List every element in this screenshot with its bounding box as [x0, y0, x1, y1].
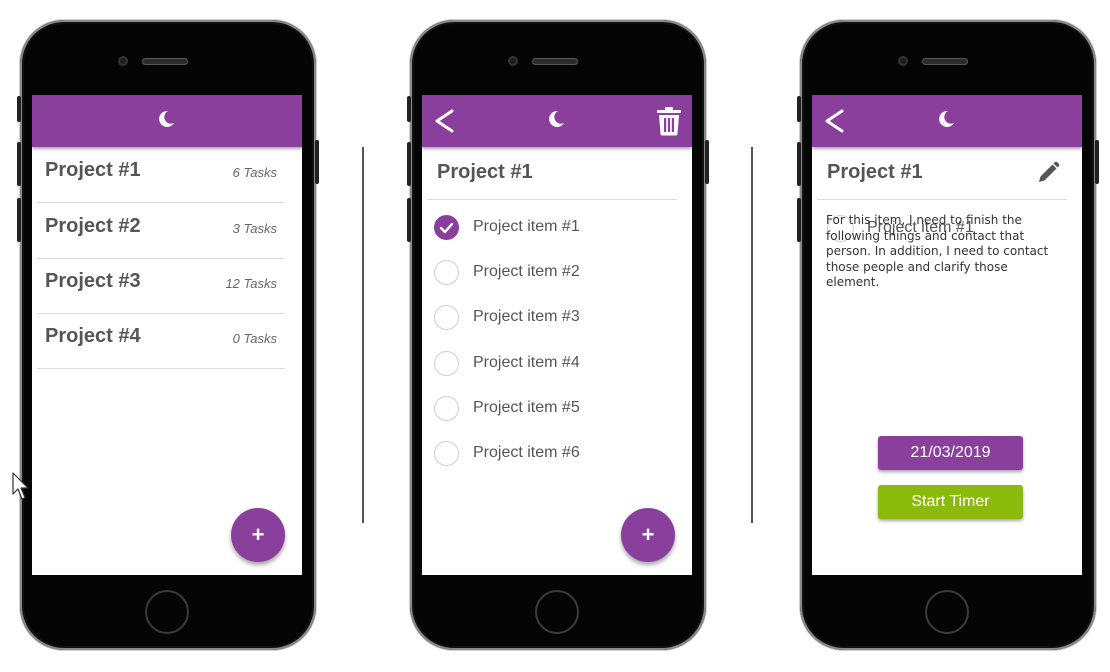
project-title: Project #1	[437, 161, 533, 183]
volume-down-button	[797, 198, 801, 242]
item-label: Project item #3	[473, 308, 580, 325]
item-label: Project item #4	[473, 354, 580, 371]
project-row[interactable]: Project #4 0 Tasks	[37, 313, 285, 369]
project-name: Project #4	[45, 325, 141, 347]
title-divider	[817, 199, 1067, 200]
earpiece-speaker	[922, 58, 968, 65]
phone-item-detail: Project #1 Project item #1 For this item…	[797, 20, 1099, 650]
front-camera	[508, 56, 518, 66]
screen-divider	[362, 147, 364, 523]
task-count: 3 Tasks	[232, 221, 277, 236]
item-detail-screen: Project #1 Project item #1 For this item…	[812, 95, 1082, 575]
earpiece-speaker	[532, 58, 578, 65]
item-checkbox[interactable]	[434, 305, 459, 330]
project-name: Project #2	[45, 215, 141, 237]
volume-up-button	[797, 142, 801, 186]
app-bar	[32, 95, 302, 147]
item-label: Project item #5	[473, 399, 580, 416]
project-title: Project #1	[827, 161, 923, 183]
project-row[interactable]: Project #2 3 Tasks	[37, 203, 285, 259]
home-button	[925, 590, 969, 634]
volume-up-button	[17, 142, 21, 186]
start-timer-button[interactable]: Start Timer	[878, 485, 1023, 519]
power-button	[705, 140, 709, 184]
phone-projects: Project #1 6 Tasks Project #2 3 Tasks Pr…	[17, 20, 319, 650]
project-row[interactable]: Project #1 6 Tasks	[37, 147, 285, 203]
front-camera	[898, 56, 908, 66]
back-arrow-icon[interactable]	[822, 105, 846, 137]
add-project-button[interactable]: +	[231, 508, 285, 562]
moon-icon[interactable]	[546, 109, 566, 129]
task-count: 0 Tasks	[232, 331, 277, 346]
project-name: Project #3	[45, 270, 141, 292]
task-count: 12 Tasks	[225, 276, 277, 291]
earpiece-speaker	[142, 58, 188, 65]
power-button	[1095, 140, 1099, 184]
projects-screen: Project #1 6 Tasks Project #2 3 Tasks Pr…	[32, 95, 302, 575]
item-label: Project item #6	[473, 444, 580, 461]
app-bar	[812, 95, 1082, 147]
volume-down-button	[407, 198, 411, 242]
mute-switch	[797, 96, 801, 122]
item-checkbox[interactable]	[434, 396, 459, 421]
item-checkbox[interactable]	[434, 260, 459, 285]
mute-switch	[17, 96, 21, 122]
mouse-pointer-icon	[12, 472, 29, 500]
project-name: Project #1	[45, 159, 141, 181]
item-label: Project item #1	[473, 218, 580, 235]
pencil-icon[interactable]	[1036, 161, 1060, 185]
app-bar	[422, 95, 692, 147]
volume-down-button	[17, 198, 21, 242]
project-detail-screen: Project #1 Project item #1 Project item …	[422, 95, 692, 575]
project-row[interactable]: Project #3 12 Tasks	[37, 258, 285, 314]
power-button	[315, 140, 319, 184]
task-count: 6 Tasks	[232, 165, 277, 180]
add-item-button[interactable]: +	[621, 508, 675, 562]
item-checkbox[interactable]	[434, 351, 459, 376]
home-button	[535, 590, 579, 634]
screen-divider	[751, 147, 753, 523]
item-checkbox[interactable]	[434, 215, 459, 240]
front-camera	[118, 56, 128, 66]
phone-project-detail: Project #1 Project item #1 Project item …	[407, 20, 709, 650]
mute-switch	[407, 96, 411, 122]
check-icon	[439, 222, 454, 234]
volume-up-button	[407, 142, 411, 186]
item-checkbox[interactable]	[434, 441, 459, 466]
date-button[interactable]: 21/03/2019	[878, 436, 1023, 470]
item-label: Project item #2	[473, 263, 580, 280]
home-button	[145, 590, 189, 634]
title-divider	[427, 199, 677, 200]
moon-icon[interactable]	[936, 109, 956, 129]
item-description: For this item, I need to finish the foll…	[826, 213, 1049, 289]
back-arrow-icon[interactable]	[432, 105, 456, 137]
trash-icon[interactable]	[656, 106, 682, 136]
moon-icon[interactable]	[156, 109, 176, 129]
